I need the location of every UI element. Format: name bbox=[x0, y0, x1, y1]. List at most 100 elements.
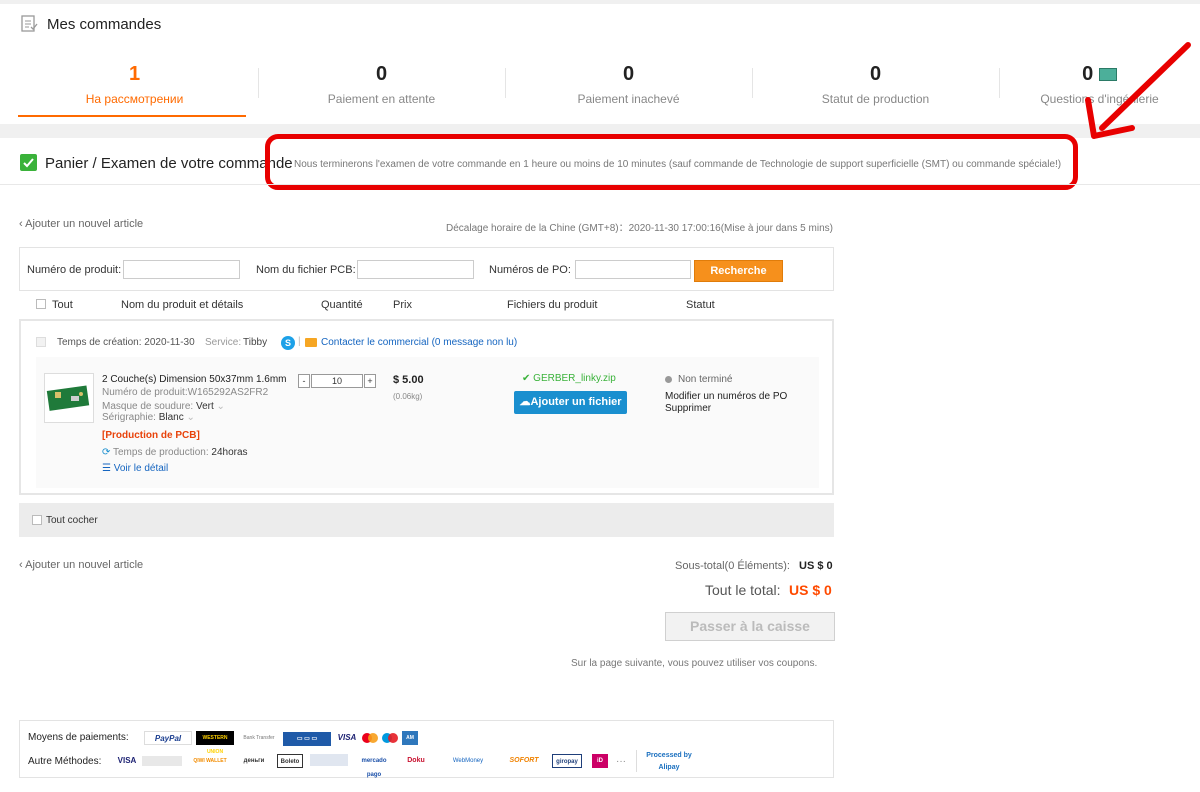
orders-title: Mes commandes bbox=[47, 16, 162, 33]
western-union-logo: WESTERN UNION bbox=[196, 731, 234, 755]
online-banking-logo bbox=[310, 754, 348, 766]
qiwi-logo: QIWI WALLET bbox=[193, 758, 227, 764]
item-price: $ 5.00 bbox=[393, 374, 424, 386]
delete-link[interactable]: Supprimer bbox=[665, 403, 711, 414]
visa-logo: VISA bbox=[117, 756, 137, 765]
stat-incomplete-payment[interactable]: 0 Paiement inachevé bbox=[505, 60, 752, 106]
po-numbers-input[interactable] bbox=[575, 260, 691, 279]
check-all-label[interactable]: Tout cocher bbox=[46, 515, 98, 526]
bank-cards-logo: ▭ ▭ ▭ bbox=[283, 732, 331, 746]
upload-file-button[interactable]: ☁Ajouter un fichier bbox=[514, 391, 627, 414]
qty-decrement-button[interactable]: - bbox=[298, 374, 310, 388]
col-price: Prix bbox=[393, 299, 412, 311]
stat-label: На рассмотрении bbox=[85, 92, 184, 106]
paypal-logo: PayPal bbox=[144, 731, 192, 745]
item-status: Non terminé bbox=[678, 374, 733, 385]
card-logos bbox=[142, 756, 182, 766]
annotation-highlight bbox=[265, 134, 1078, 190]
lead-time: ⟳ Temps de production: 24horas bbox=[102, 447, 248, 458]
col-all: Tout bbox=[52, 299, 73, 311]
check-all-checkbox[interactable] bbox=[32, 515, 42, 525]
giropay-logo: giropay bbox=[552, 754, 582, 768]
edit-po-link[interactable]: Modifier un numéros de PO bbox=[665, 391, 787, 402]
uploaded-file[interactable]: ✔ GERBER_linky.zip bbox=[522, 373, 616, 384]
list-icon: ☰ bbox=[102, 463, 111, 474]
stat-count: 0 bbox=[622, 63, 635, 85]
item-title: 2 Couche(s) Dimension 50x37mm 1.6mm bbox=[102, 374, 287, 385]
pcb-filename-label: Nom du fichier PCB: bbox=[256, 264, 356, 276]
maestro-logo bbox=[382, 733, 398, 743]
divider bbox=[636, 750, 637, 772]
col-quantity: Quantité bbox=[321, 299, 363, 311]
select-all-bar bbox=[19, 503, 834, 537]
total-label: Tout le total: bbox=[705, 582, 781, 598]
stat-label: Paiement en attente bbox=[327, 92, 436, 106]
mercado-pago-logo: mercado pago bbox=[361, 758, 387, 778]
status-dot-icon bbox=[665, 376, 672, 383]
col-files: Fichiers du produit bbox=[507, 299, 598, 311]
service-label: Service: bbox=[205, 337, 242, 348]
amex-logo: AM bbox=[402, 731, 418, 745]
product-number-label: Numéro de produit: bbox=[27, 264, 122, 276]
service-name: Tibby bbox=[243, 337, 268, 348]
visa-logo: VISA bbox=[337, 733, 357, 742]
view-details-link[interactable]: ☰ Voir le détail bbox=[102, 463, 168, 474]
mail-icon bbox=[305, 338, 317, 347]
col-name: Nom du produit et détails bbox=[121, 299, 244, 311]
timezone-info: Décalage horaire de la Chine (GMT+8)：202… bbox=[446, 223, 833, 234]
doku-logo: Doku bbox=[407, 757, 425, 764]
stat-count: 1 bbox=[128, 63, 141, 85]
stat-label: Paiement inachevé bbox=[577, 92, 680, 106]
stat-count: 0 bbox=[375, 63, 388, 85]
subtotal-value: US $ 0 bbox=[799, 560, 833, 572]
po-numbers-label: Numéros de PO: bbox=[489, 264, 571, 276]
bank-transfer-logo: Bank Transfer bbox=[243, 735, 275, 741]
orders-icon bbox=[20, 15, 38, 33]
add-article-link-bottom[interactable]: ‹ Ajouter un nouvel article bbox=[19, 559, 143, 571]
select-all-checkbox[interactable] bbox=[36, 299, 46, 309]
stat-count: 0 bbox=[869, 63, 882, 85]
clock-icon: ⟳ bbox=[102, 447, 111, 458]
pcb-thumbnail[interactable] bbox=[44, 373, 94, 423]
item-product-number: Numéro de produit:W165292AS2FR2 bbox=[102, 387, 269, 398]
other-methods-label: Autre Méthodes: bbox=[28, 756, 102, 767]
item-weight: (0.06kg) bbox=[393, 392, 423, 401]
order-created: Temps de création: 2020-11-30 bbox=[57, 337, 195, 348]
coupon-note: Sur la page suivante, vous pouvez utilis… bbox=[571, 658, 818, 669]
annotation-arrow-icon bbox=[1085, 42, 1191, 139]
pcb-filename-input[interactable] bbox=[357, 260, 474, 279]
mastercard-logo bbox=[362, 733, 378, 743]
more-icon: ··· bbox=[616, 756, 626, 767]
divider bbox=[0, 184, 1200, 185]
alipay-logo: Processed by Alipay bbox=[646, 752, 692, 771]
check-icon: ✔ bbox=[522, 373, 531, 384]
dengi-logo: деньги bbox=[243, 758, 265, 764]
active-stat-indicator bbox=[18, 115, 246, 117]
payment-methods-panel bbox=[19, 720, 834, 778]
checkout-button[interactable]: Passer à la caisse bbox=[665, 612, 835, 641]
ideal-logo: iD bbox=[592, 754, 608, 768]
total-value: US $ 0 bbox=[789, 582, 832, 598]
search-button[interactable]: Recherche bbox=[694, 260, 783, 282]
contact-sales-link[interactable]: Contacter le commercial (0 message non l… bbox=[321, 337, 517, 348]
check-icon bbox=[20, 154, 37, 171]
add-article-link[interactable]: ‹ Ajouter un nouvel article bbox=[19, 218, 143, 230]
stat-under-review[interactable]: 1 На рассмотрении bbox=[11, 60, 258, 106]
sofort-logo: SOFORT bbox=[509, 757, 539, 764]
cart-title: Panier / Examen de votre commande bbox=[45, 155, 293, 172]
stat-awaiting-payment[interactable]: 0 Paiement en attente bbox=[258, 60, 505, 106]
stat-label: Statut de production bbox=[821, 92, 930, 106]
product-number-input[interactable] bbox=[123, 260, 240, 279]
cloud-upload-icon: ☁ bbox=[519, 396, 531, 408]
solder-mask: Masque de soudure: Vert ⌄ bbox=[102, 401, 225, 412]
webmoney-logo: WebMoney bbox=[452, 758, 484, 764]
col-status: Statut bbox=[686, 299, 715, 311]
subtotal-label: Sous-total(0 Éléments): bbox=[675, 560, 790, 572]
separator: | bbox=[298, 336, 301, 347]
qty-increment-button[interactable]: + bbox=[364, 374, 376, 388]
silkscreen: Sérigraphie: Blanc ⌄ bbox=[102, 412, 195, 423]
skype-icon[interactable]: S bbox=[281, 336, 295, 350]
stat-production-status[interactable]: 0 Statut de production bbox=[752, 60, 999, 106]
order-checkbox[interactable] bbox=[36, 337, 46, 347]
quantity-input[interactable]: 10 bbox=[311, 374, 363, 388]
